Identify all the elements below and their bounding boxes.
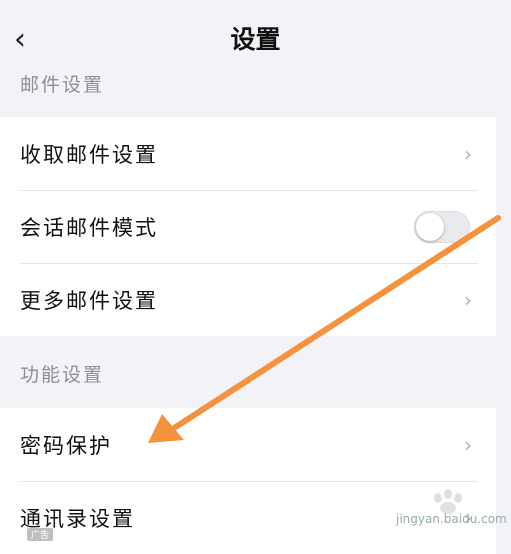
settings-row-more-mail[interactable]: 更多邮件设置 ›	[0, 263, 496, 336]
ad-badge: 广告	[27, 528, 54, 541]
conversation-mode-toggle[interactable]	[414, 210, 470, 243]
feature-settings-group: 密码保护 › 通讯录设置 ›	[0, 408, 496, 554]
settings-row-receive-mail[interactable]: 收取邮件设置 ›	[0, 117, 496, 190]
settings-row-password-protection[interactable]: 密码保护 ›	[0, 408, 496, 481]
mail-settings-group: 收取邮件设置 › 会话邮件模式 更多邮件设置 ›	[0, 117, 496, 336]
row-label: 更多邮件设置	[20, 288, 158, 313]
section-label-mail: 邮件设置	[20, 74, 105, 96]
chevron-right-icon: ›	[464, 432, 472, 457]
section-label-features: 功能设置	[20, 364, 105, 386]
chevron-right-icon: ›	[464, 141, 472, 166]
row-label: 收取邮件设置	[20, 142, 158, 167]
header: ‹ 设置	[0, 0, 511, 70]
row-label: 会话邮件模式	[20, 215, 158, 240]
chevron-right-icon: ›	[464, 287, 472, 312]
watermark-text: jingyan.baidu.com	[396, 512, 507, 526]
row-label: 密码保护	[20, 433, 112, 458]
toggle-knob	[416, 212, 444, 241]
settings-row-conversation-mode: 会话邮件模式	[0, 190, 496, 263]
page-title: 设置	[230, 25, 281, 54]
